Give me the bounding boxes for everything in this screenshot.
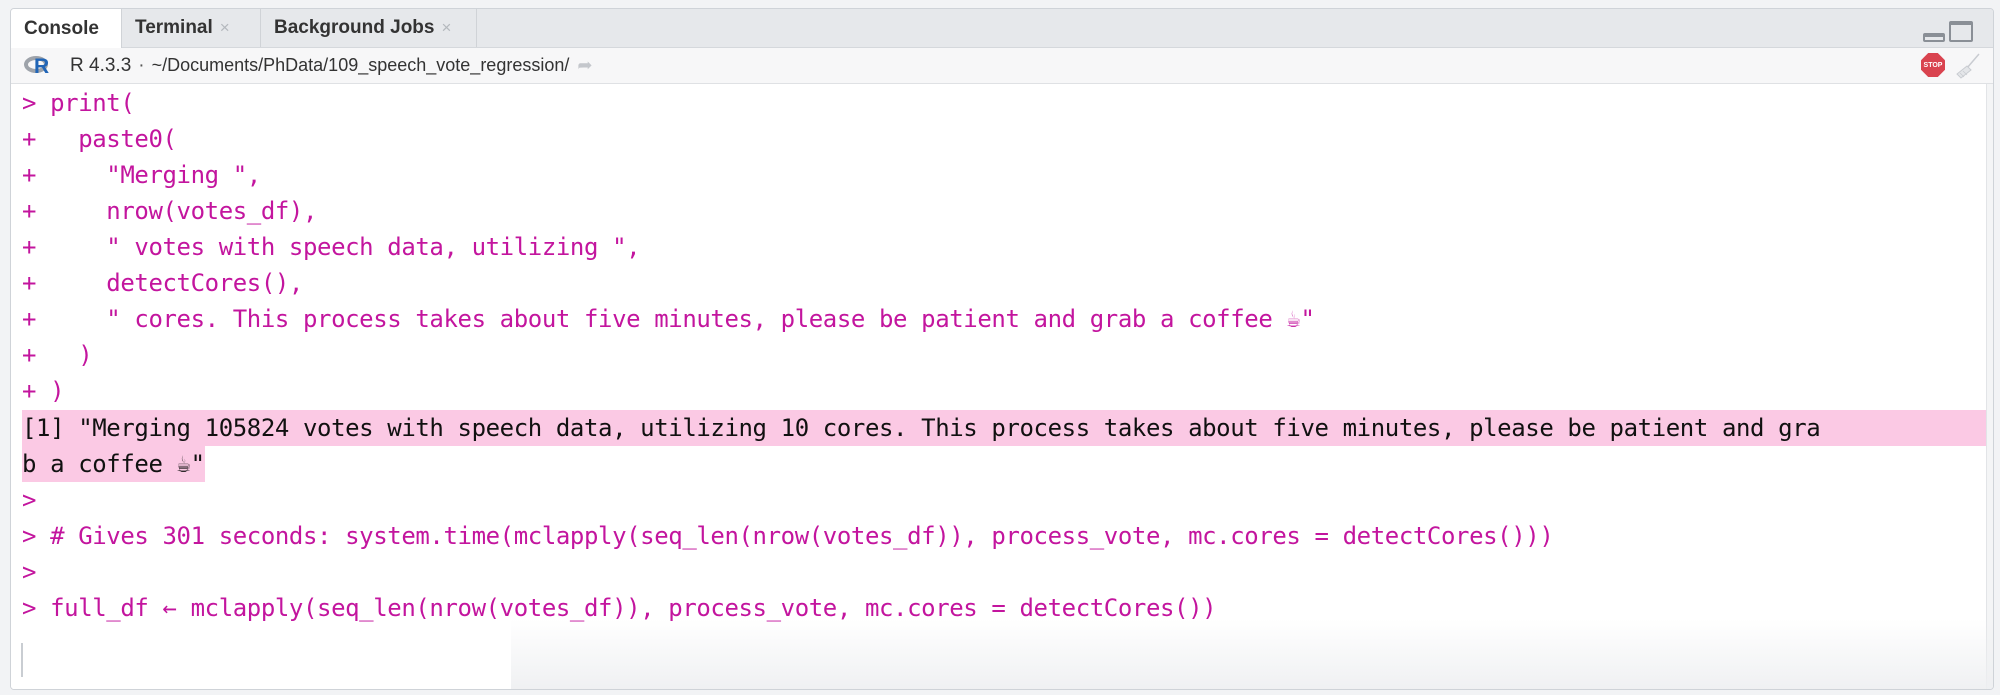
console-line: + detectCores(), (22, 269, 303, 297)
console-line: + ) (22, 377, 65, 405)
tab-terminal[interactable]: Terminal × (122, 9, 261, 47)
console-line: > (22, 486, 37, 514)
maximize-pane-icon[interactable] (1949, 21, 1973, 42)
console-input-cursor[interactable] (21, 643, 23, 677)
tab-background-jobs[interactable]: Background Jobs × (261, 9, 477, 47)
tab-terminal-label: Terminal (135, 17, 213, 38)
console-info-bar: R R 4.3.3 · ~/Documents/PhData/109_speec… (11, 48, 1993, 84)
console-line: > full_df ← mclapply(seq_len(nrow(votes_… (22, 594, 1217, 622)
console-line: + paste0( (22, 125, 177, 153)
r-version: R 4.3.3 (70, 54, 132, 76)
console-line: + nrow(votes_df), (22, 197, 318, 225)
tab-bar: Console Terminal × Background Jobs × (11, 9, 1993, 48)
tab-background-jobs-label: Background Jobs (274, 17, 435, 38)
minimize-pane-icon[interactable] (1923, 33, 1945, 42)
console-output[interactable]: > print( + paste0( + "Merging ", + nrow(… (11, 84, 1993, 689)
console-line: > # Gives 301 seconds: system.time(mclap… (22, 522, 1554, 550)
console-line: > (22, 558, 37, 586)
console-pane: Console Terminal × Background Jobs × R R… (10, 8, 1994, 690)
working-directory[interactable]: ~/Documents/PhData/109_speech_vote_regre… (152, 55, 570, 76)
console-line: + ) (22, 341, 93, 369)
console-output-line: b a coffee ☕" (22, 446, 205, 482)
console-line: + " votes with speech data, utilizing ", (22, 233, 641, 261)
tab-console[interactable]: Console (11, 9, 122, 48)
tab-console-label: Console (24, 17, 99, 39)
vertical-scrollbar[interactable] (1986, 84, 1993, 689)
console-line: > print( (22, 89, 135, 117)
window-controls (1923, 19, 1973, 42)
close-background-jobs-tab-icon[interactable]: × (441, 18, 451, 38)
r-logo-icon: R (24, 53, 54, 79)
separator: · (138, 54, 145, 76)
console-line: + "Merging ", (22, 161, 261, 189)
go-to-directory-icon[interactable]: ➦ (577, 55, 592, 76)
stop-icon[interactable]: STOP (1921, 53, 1945, 77)
console-line: + " cores. This process takes about five… (22, 305, 1315, 333)
close-terminal-tab-icon[interactable]: × (220, 18, 230, 38)
console-output-line: [1] "Merging 105824 votes with speech da… (22, 410, 1993, 446)
broom-icon[interactable] (1953, 52, 1981, 80)
